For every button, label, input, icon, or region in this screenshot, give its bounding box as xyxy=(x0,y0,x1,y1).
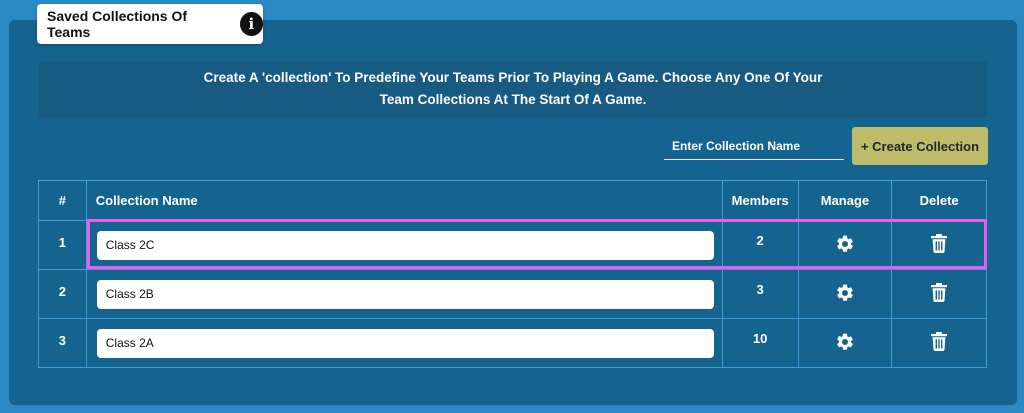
table-header-row: # Collection Name Members Manage Delete xyxy=(38,180,987,221)
header-delete: Delete xyxy=(891,180,987,221)
trash-icon[interactable] xyxy=(931,283,948,302)
table-row: 3 10 xyxy=(38,318,987,368)
trash-icon[interactable] xyxy=(931,234,948,253)
gear-icon[interactable] xyxy=(835,283,855,303)
row-delete-cell xyxy=(891,318,987,368)
row-number: 3 xyxy=(38,318,87,368)
header-manage: Manage xyxy=(797,180,893,221)
row-name-cell xyxy=(85,269,723,319)
row-members: 10 xyxy=(721,318,799,368)
collection-name-field[interactable] xyxy=(96,230,714,260)
row-delete-cell xyxy=(891,269,987,319)
trash-icon[interactable] xyxy=(931,332,948,351)
header-collection-name: Collection Name xyxy=(85,180,723,221)
page-title: Saved Collections Of Teams xyxy=(47,8,188,40)
collection-name-input[interactable] xyxy=(664,132,844,160)
create-collection-button[interactable]: + Create Collection xyxy=(852,127,988,165)
table-row: 1 2 xyxy=(38,220,987,270)
collections-table: # Collection Name Members Manage Delete … xyxy=(38,180,987,368)
row-members: 3 xyxy=(721,269,799,319)
row-name-cell xyxy=(85,318,723,368)
row-number: 1 xyxy=(38,220,87,270)
title-tab: Saved Collections Of Teams i xyxy=(37,4,263,44)
banner-line-2: Team Collections At The Start Of A Game. xyxy=(379,92,647,107)
header-num: # xyxy=(38,180,87,221)
header-members: Members xyxy=(721,180,799,221)
info-banner: Create A 'collection' To Predefine Your … xyxy=(39,62,987,118)
table-row: 2 3 xyxy=(38,269,987,319)
row-members: 2 xyxy=(721,220,799,270)
row-manage-cell xyxy=(797,220,893,270)
row-manage-cell xyxy=(797,318,893,368)
row-name-cell xyxy=(85,220,723,270)
row-number: 2 xyxy=(38,269,87,319)
gear-icon[interactable] xyxy=(835,234,855,254)
row-manage-cell xyxy=(797,269,893,319)
collection-name-field[interactable] xyxy=(96,328,714,358)
row-delete-cell xyxy=(891,220,987,270)
collection-name-field[interactable] xyxy=(96,279,714,309)
info-icon[interactable]: i xyxy=(239,12,263,36)
banner-line-1: Create A 'collection' To Predefine Your … xyxy=(203,70,823,85)
gear-icon[interactable] xyxy=(835,332,855,352)
